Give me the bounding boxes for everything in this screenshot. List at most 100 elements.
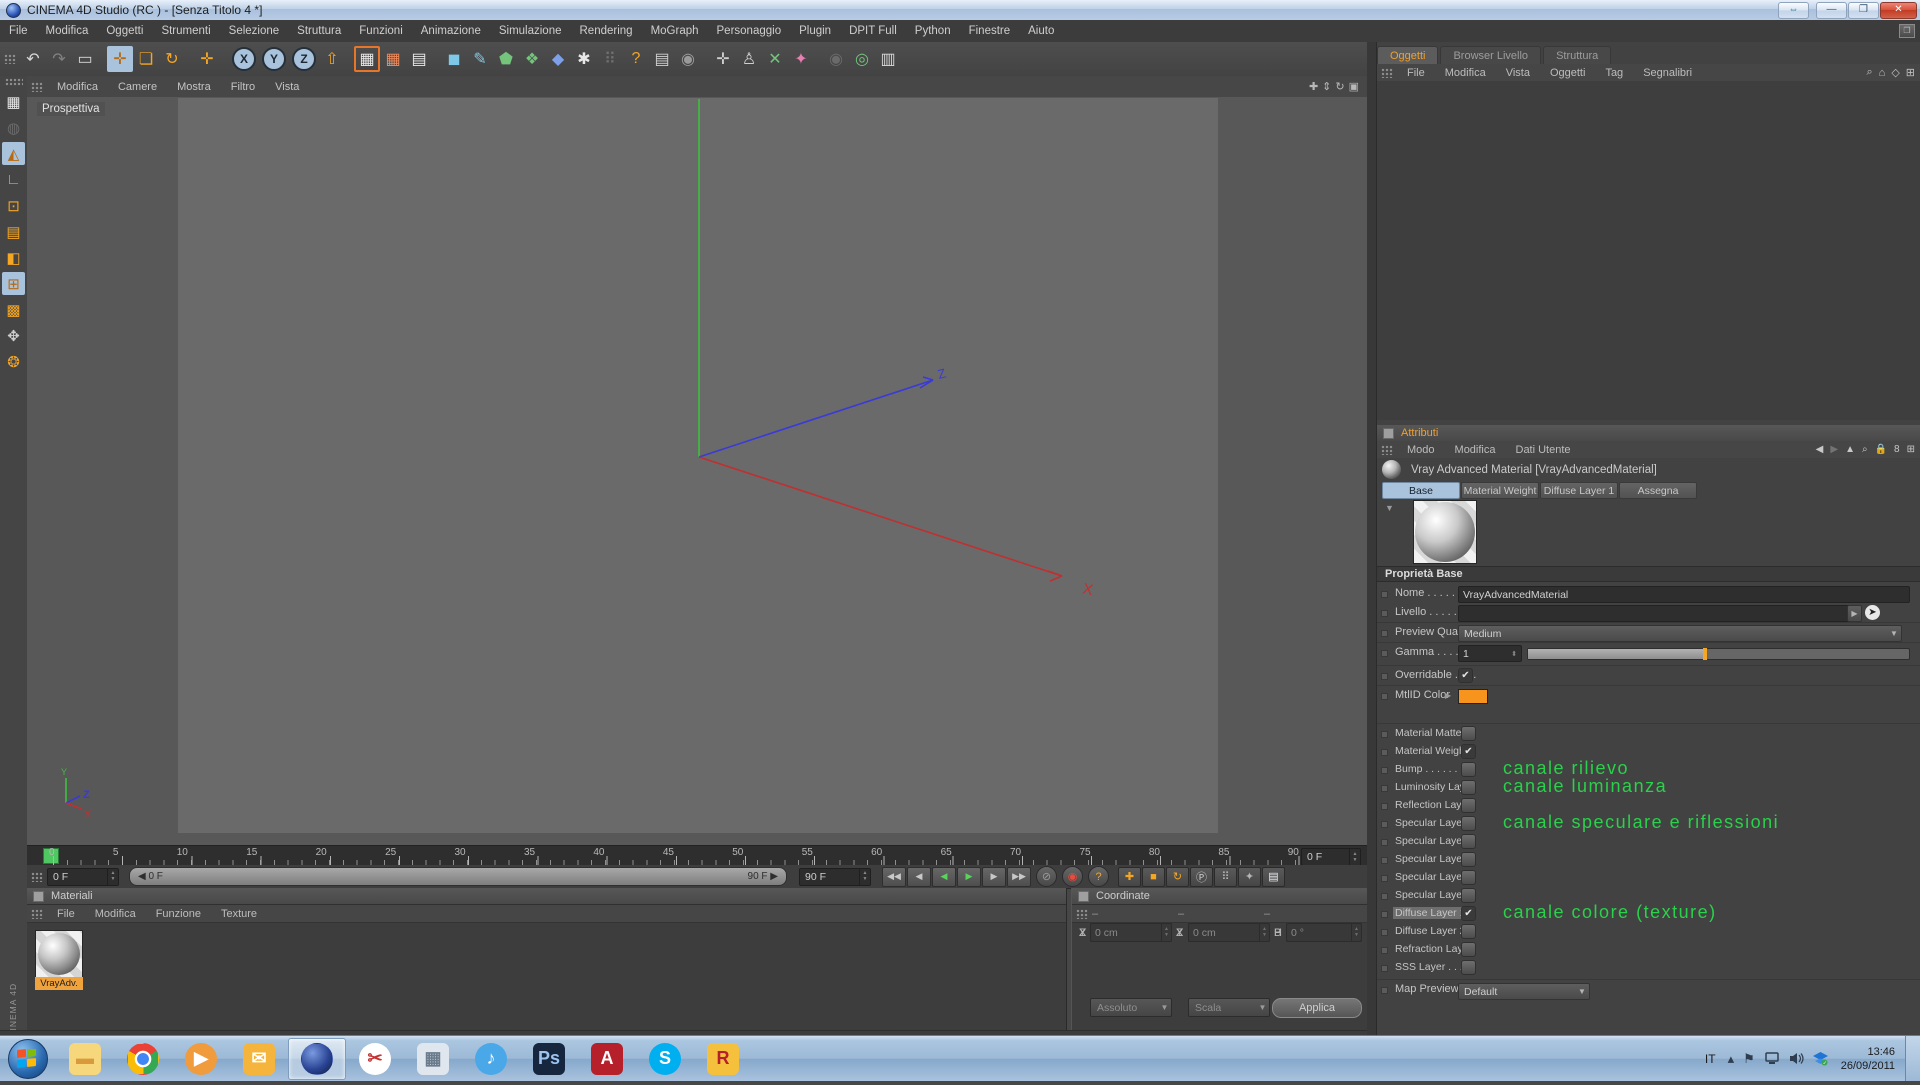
- particles-icon[interactable]: ⠿: [597, 46, 623, 72]
- layer-pick-icon[interactable]: ➤: [1865, 605, 1880, 620]
- separator[interactable]: [345, 46, 354, 72]
- snipping-tool[interactable]: ✂: [346, 1038, 404, 1080]
- material-thumbnail[interactable]: [35, 930, 83, 978]
- show-desktop-button[interactable]: [1905, 1036, 1920, 1081]
- locked-mode-icon[interactable]: ◍: [2, 116, 25, 139]
- language-indicator[interactable]: IT: [1705, 1052, 1716, 1066]
- menu-item[interactable]: Selezione: [220, 25, 289, 37]
- attributes-menu-item[interactable]: Modo: [1397, 444, 1445, 456]
- menu-item[interactable]: Personaggio: [708, 25, 791, 37]
- timeline-range-slider[interactable]: ◀ 0 F 90 F ▶: [129, 867, 787, 886]
- attributes-menu-item[interactable]: Modifica: [1445, 444, 1506, 456]
- object-manager-menu-item[interactable]: Vista: [1496, 67, 1540, 79]
- itunes[interactable]: ♪: [462, 1038, 520, 1080]
- texture-mode-icon[interactable]: ▩: [2, 298, 25, 321]
- joint-tool-icon[interactable]: ✛: [710, 46, 736, 72]
- scale-field[interactable]: 0 cm▲▼: [1188, 923, 1270, 942]
- panel-box-icon[interactable]: [1078, 891, 1089, 902]
- object-manager-menu-item[interactable]: Oggetti: [1540, 67, 1595, 79]
- channel-checkbox[interactable]: ✔: [1461, 780, 1476, 795]
- texture-paint-icon[interactable]: ✦: [788, 46, 814, 72]
- viewport-menu-item[interactable]: Camere: [108, 81, 167, 93]
- viewport-menu-item[interactable]: Modifica: [47, 81, 108, 93]
- calculator[interactable]: ▦: [404, 1038, 462, 1080]
- position-field[interactable]: 0 cm▲▼: [1090, 923, 1172, 942]
- layout-panel-icon[interactable]: ▥: [875, 46, 901, 72]
- start-button[interactable]: [8, 1039, 48, 1079]
- r-app[interactable]: R: [694, 1038, 752, 1080]
- toggle-view-icon[interactable]: ▣: [1349, 80, 1359, 93]
- channel-checkbox[interactable]: ✔: [1461, 726, 1476, 741]
- channel-checkbox[interactable]: ✔: [1461, 960, 1476, 975]
- restore-button[interactable]: ❐: [1848, 2, 1879, 19]
- attributes-menu-item[interactable]: Dati Utente: [1506, 444, 1581, 456]
- menu-item[interactable]: Animazione: [412, 25, 490, 37]
- pan-view-icon[interactable]: ✚: [1309, 80, 1318, 93]
- outlook[interactable]: ✉: [230, 1038, 288, 1080]
- gamma-slider-handle[interactable]: [1703, 648, 1707, 660]
- channel-checkbox[interactable]: ✔: [1461, 924, 1476, 939]
- attribute-tab[interactable]: Diffuse Layer 1: [1540, 482, 1618, 499]
- menu-item[interactable]: Struttura: [288, 25, 350, 37]
- gamma-slider[interactable]: [1527, 648, 1910, 660]
- parent-up-icon[interactable]: ▲: [1845, 444, 1855, 455]
- media-player[interactable]: ▶: [172, 1038, 230, 1080]
- panel-grip[interactable]: [1381, 68, 1393, 78]
- material-title-row[interactable]: Vray Advanced Material [VrayAdvancedMate…: [1377, 458, 1920, 481]
- chrome[interactable]: [114, 1038, 172, 1080]
- goto-start-button[interactable]: ◀◀: [882, 867, 906, 887]
- eye-icon[interactable]: ◇: [1891, 66, 1899, 79]
- menu-item[interactable]: DPIT Full: [840, 25, 906, 37]
- menu-item[interactable]: Python: [906, 25, 960, 37]
- network-icon[interactable]: [1764, 1052, 1780, 1065]
- lock-z-axis-icon[interactable]: Z: [292, 47, 316, 71]
- add-panel-icon[interactable]: ⊞: [1906, 66, 1915, 79]
- channel-checkbox[interactable]: ✔: [1461, 834, 1476, 849]
- keyframe-presets-icon[interactable]: ▤: [1262, 867, 1285, 887]
- key-position-icon[interactable]: ✚: [1118, 867, 1141, 887]
- rotate-view-icon[interactable]: ↻: [1335, 80, 1344, 93]
- channel-checkbox[interactable]: ✔: [1461, 906, 1476, 921]
- history-back-icon[interactable]: ◀: [1816, 444, 1824, 455]
- coordinate-system-icon[interactable]: ⇧: [319, 46, 345, 72]
- spline-pen-icon[interactable]: ✎: [467, 46, 493, 72]
- manager-tab[interactable]: Oggetti: [1377, 46, 1438, 64]
- move-tool-icon[interactable]: ✛: [107, 46, 133, 72]
- volume-icon[interactable]: [1789, 1052, 1804, 1065]
- channel-checkbox[interactable]: ✔: [1461, 762, 1476, 777]
- minimize-button[interactable]: —: [1816, 2, 1847, 19]
- add-panel-icon[interactable]: ⊞: [1907, 444, 1915, 455]
- sync-icon[interactable]: 8: [1894, 444, 1900, 455]
- live-selection-icon[interactable]: ▭: [72, 46, 98, 72]
- viewport-menu-item[interactable]: Vista: [265, 81, 309, 93]
- panel-grip[interactable]: [1381, 445, 1393, 455]
- materials-menu-item[interactable]: Modifica: [85, 908, 146, 920]
- help-icon[interactable]: ?: [623, 46, 649, 72]
- menu-item[interactable]: Finestre: [960, 25, 1020, 37]
- environment-icon[interactable]: ✱: [571, 46, 597, 72]
- menu-item[interactable]: Rendering: [571, 25, 642, 37]
- last-tool-icon[interactable]: ✛: [194, 46, 220, 72]
- panel-grip[interactable]: [31, 872, 43, 882]
- range-end-label[interactable]: 90 F ▶: [748, 871, 778, 882]
- vray-bridge-icon[interactable]: ◎: [849, 46, 875, 72]
- primitive-cube-icon[interactable]: ◼: [441, 46, 467, 72]
- range-start-label[interactable]: ◀ 0 F: [138, 871, 163, 882]
- viewport-menu-item[interactable]: Filtro: [221, 81, 265, 93]
- clock[interactable]: 13:46 26/09/2011: [1841, 1045, 1895, 1073]
- end-frame-spinner[interactable]: 90 F▲▼: [799, 868, 871, 886]
- lock-x-axis-icon[interactable]: X: [232, 47, 256, 71]
- previous-frame-button[interactable]: ◀: [907, 867, 931, 887]
- menu-item[interactable]: Funzioni: [350, 25, 411, 37]
- layer-picker-arrow[interactable]: ▶: [1847, 605, 1862, 622]
- materials-menu-item[interactable]: Funzione: [146, 908, 211, 920]
- collapse-arrow-icon[interactable]: ▼: [1385, 503, 1394, 513]
- action-center-flag-icon[interactable]: ⚑: [1743, 1051, 1755, 1067]
- explorer[interactable]: ▬: [56, 1038, 114, 1080]
- history-forward-icon[interactable]: ▶: [1830, 444, 1838, 455]
- character-tool-icon[interactable]: ♙: [736, 46, 762, 72]
- viewport-render-icon[interactable]: ◉: [823, 46, 849, 72]
- manager-tab[interactable]: Struttura: [1543, 46, 1611, 64]
- channel-checkbox[interactable]: ✔: [1461, 744, 1476, 759]
- separator[interactable]: [814, 46, 823, 72]
